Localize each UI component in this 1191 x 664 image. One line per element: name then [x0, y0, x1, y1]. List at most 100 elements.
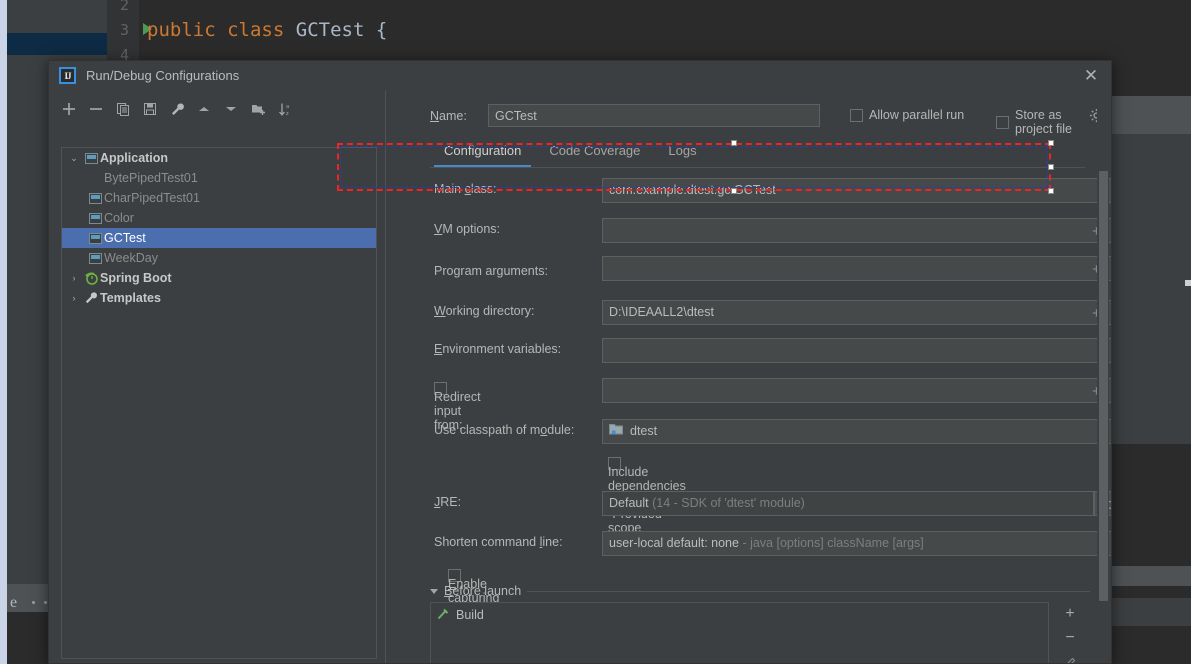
include-provided-scope-row: Include dependencies with "Provided" sco…: [386, 452, 1111, 535]
before-launch-list[interactable]: Build: [430, 602, 1049, 663]
jre-dropdown[interactable]: Default (14 - SDK of 'dtest' module): [602, 491, 1094, 516]
tree-item-label: GCTest: [104, 231, 146, 245]
tree-node-label: Templates: [100, 291, 161, 305]
tree-item-label: BytePipedTest01: [104, 171, 198, 185]
configurations-tree[interactable]: ⌄ Application BytePipedTest01 CharPipedT…: [61, 147, 377, 659]
tool-window-label: e: [10, 594, 18, 611]
svg-text:z: z: [286, 111, 289, 117]
before-launch-divider: [527, 590, 1090, 592]
save-icon[interactable]: [138, 97, 162, 121]
tree-node-label: Application: [100, 151, 169, 165]
name-input[interactable]: [488, 104, 820, 127]
before-launch-buttons: + −: [1051, 602, 1089, 663]
annotation-handle-bottom-right[interactable]: [1048, 188, 1054, 194]
tab-configuration[interactable]: Configuration: [430, 138, 535, 168]
tree-item-charpipedtest01[interactable]: CharPipedTest01: [62, 188, 376, 208]
list-item-label: Build: [456, 608, 484, 622]
redirect-input-checkbox[interactable]: Redirect input from:: [434, 382, 481, 432]
project-selected-row: [7, 33, 107, 55]
use-classpath-dropdown[interactable]: dtest: [602, 419, 1111, 444]
annotation-handle-bottom[interactable]: [731, 188, 737, 194]
tree-item-label: WeekDay: [104, 251, 158, 265]
configurations-tree-pane: az ⌄ Application BytePipedTest01 CharPip…: [49, 90, 385, 663]
name-label-rest: ame:: [439, 109, 467, 123]
working-directory-input[interactable]: D:\IDEAALL2\dtest: [602, 300, 1111, 325]
vm-options-label: VM options:: [434, 222, 501, 236]
jre-label: JRE:: [434, 495, 462, 509]
tree-item-weekday[interactable]: WeekDay: [62, 248, 376, 268]
use-classpath-label: Use classpath of module:: [434, 423, 575, 437]
use-classpath-value: dtest: [630, 424, 658, 438]
dialog-title: Run/Debug Configurations: [86, 68, 240, 83]
annotation-handle-right[interactable]: [1048, 164, 1054, 170]
module-icon: [609, 420, 623, 443]
chevron-right-icon[interactable]: ›: [66, 293, 82, 303]
main-class-input[interactable]: com.example.dtest.gc.GCTest: [602, 178, 1102, 203]
working-directory-label: Working directory:: [434, 304, 535, 318]
tree-toolbar: az: [57, 96, 377, 122]
main-class-row: Main class: com.example.dtest.gc.GCTest …: [386, 174, 1111, 206]
tab-code-coverage[interactable]: Code Coverage: [535, 138, 654, 168]
wrench-icon[interactable]: [165, 97, 189, 121]
annotation-handle-top[interactable]: [731, 140, 737, 146]
move-down-button[interactable]: [219, 97, 243, 121]
application-icon: [86, 192, 104, 204]
code-keyword-public: public: [147, 19, 216, 41]
tab-logs[interactable]: Logs: [654, 138, 710, 168]
chevron-down-icon[interactable]: ⌄: [66, 153, 82, 164]
run-debug-configurations-dialog: IJ Run/Debug Configurations ✕ az ⌄ Appli…: [48, 60, 1112, 664]
sort-az-icon[interactable]: az: [273, 97, 297, 121]
allow-parallel-run-label: Allow parallel run: [869, 108, 965, 122]
before-launch-add-button[interactable]: +: [1051, 602, 1089, 626]
tree-item-bytepipedtest01[interactable]: BytePipedTest01: [62, 168, 376, 188]
checkbox-box: [850, 108, 863, 122]
application-icon: [86, 212, 104, 224]
ellipsis-dot-1: [32, 601, 35, 604]
right-tool-panel: [1112, 134, 1191, 444]
tree-node-label: Spring Boot: [100, 271, 172, 285]
store-as-project-file-checkbox[interactable]: Store as project file: [996, 108, 1100, 136]
tree-item-gctest[interactable]: GCTest: [62, 228, 376, 248]
jre-value: Default: [609, 496, 649, 510]
tree-node-application[interactable]: ⌄ Application: [62, 148, 376, 168]
before-launch-edit-button[interactable]: [1051, 650, 1089, 663]
resize-marker[interactable]: [1185, 280, 1191, 286]
dialog-scrollbar-thumb[interactable]: [1099, 171, 1108, 601]
configuration-content-pane: Name: Allow parallel run Store as projec…: [386, 90, 1111, 663]
tree-node-spring-boot[interactable]: › Spring Boot: [62, 268, 376, 288]
program-arguments-label: Program arguments:: [434, 264, 548, 278]
enable-form-snapshots-checkbox[interactable]: Enable capturing form snapshots: [448, 569, 505, 633]
tree-item-color[interactable]: Color: [62, 208, 376, 228]
shorten-command-line-value: user-local default: none: [609, 536, 739, 550]
redirect-input-row: Redirect input from: +: [386, 372, 1111, 432]
intellij-icon: IJ: [59, 67, 76, 84]
before-launch-remove-button[interactable]: −: [1051, 626, 1089, 650]
redirect-input-input[interactable]: [602, 378, 1111, 403]
dialog-title-bar: IJ Run/Debug Configurations ✕: [49, 61, 1111, 90]
chevron-down-icon[interactable]: [430, 588, 438, 594]
list-item[interactable]: Build: [431, 603, 1048, 627]
chevron-right-icon[interactable]: ›: [66, 273, 82, 283]
program-arguments-input[interactable]: [602, 256, 1111, 281]
working-directory-row: Working directory: D:\IDEAALL2\dtest +: [386, 296, 1111, 330]
folder-add-icon[interactable]: [246, 97, 270, 121]
include-provided-scope-checkbox[interactable]: Include dependencies with "Provided" sco…: [608, 457, 686, 535]
annotation-handle-top-right[interactable]: [1048, 140, 1054, 146]
add-button[interactable]: [57, 97, 81, 121]
environment-variables-input[interactable]: [602, 338, 1111, 363]
right-lower-panel: [1112, 444, 1191, 566]
vm-options-input[interactable]: [602, 218, 1111, 243]
close-icon[interactable]: ✕: [1081, 66, 1101, 86]
remove-button[interactable]: [84, 97, 108, 121]
before-launch-header[interactable]: Before launch: [430, 584, 1090, 598]
copy-icon[interactable]: [111, 97, 135, 121]
shorten-command-line-dropdown[interactable]: user-local default: none - java [options…: [602, 531, 1111, 556]
code-line-3: public class GCTest {: [147, 17, 387, 43]
allow-parallel-run-checkbox[interactable]: Allow parallel run: [850, 108, 964, 122]
tree-node-templates[interactable]: › Templates: [62, 288, 376, 308]
program-arguments-row: Program arguments: +: [386, 254, 1111, 292]
shorten-command-line-label: Shorten command line:: [434, 535, 563, 549]
code-class-name: GCTest: [295, 19, 365, 41]
move-up-button[interactable]: [192, 97, 216, 121]
right-tool-header: [1112, 96, 1191, 134]
